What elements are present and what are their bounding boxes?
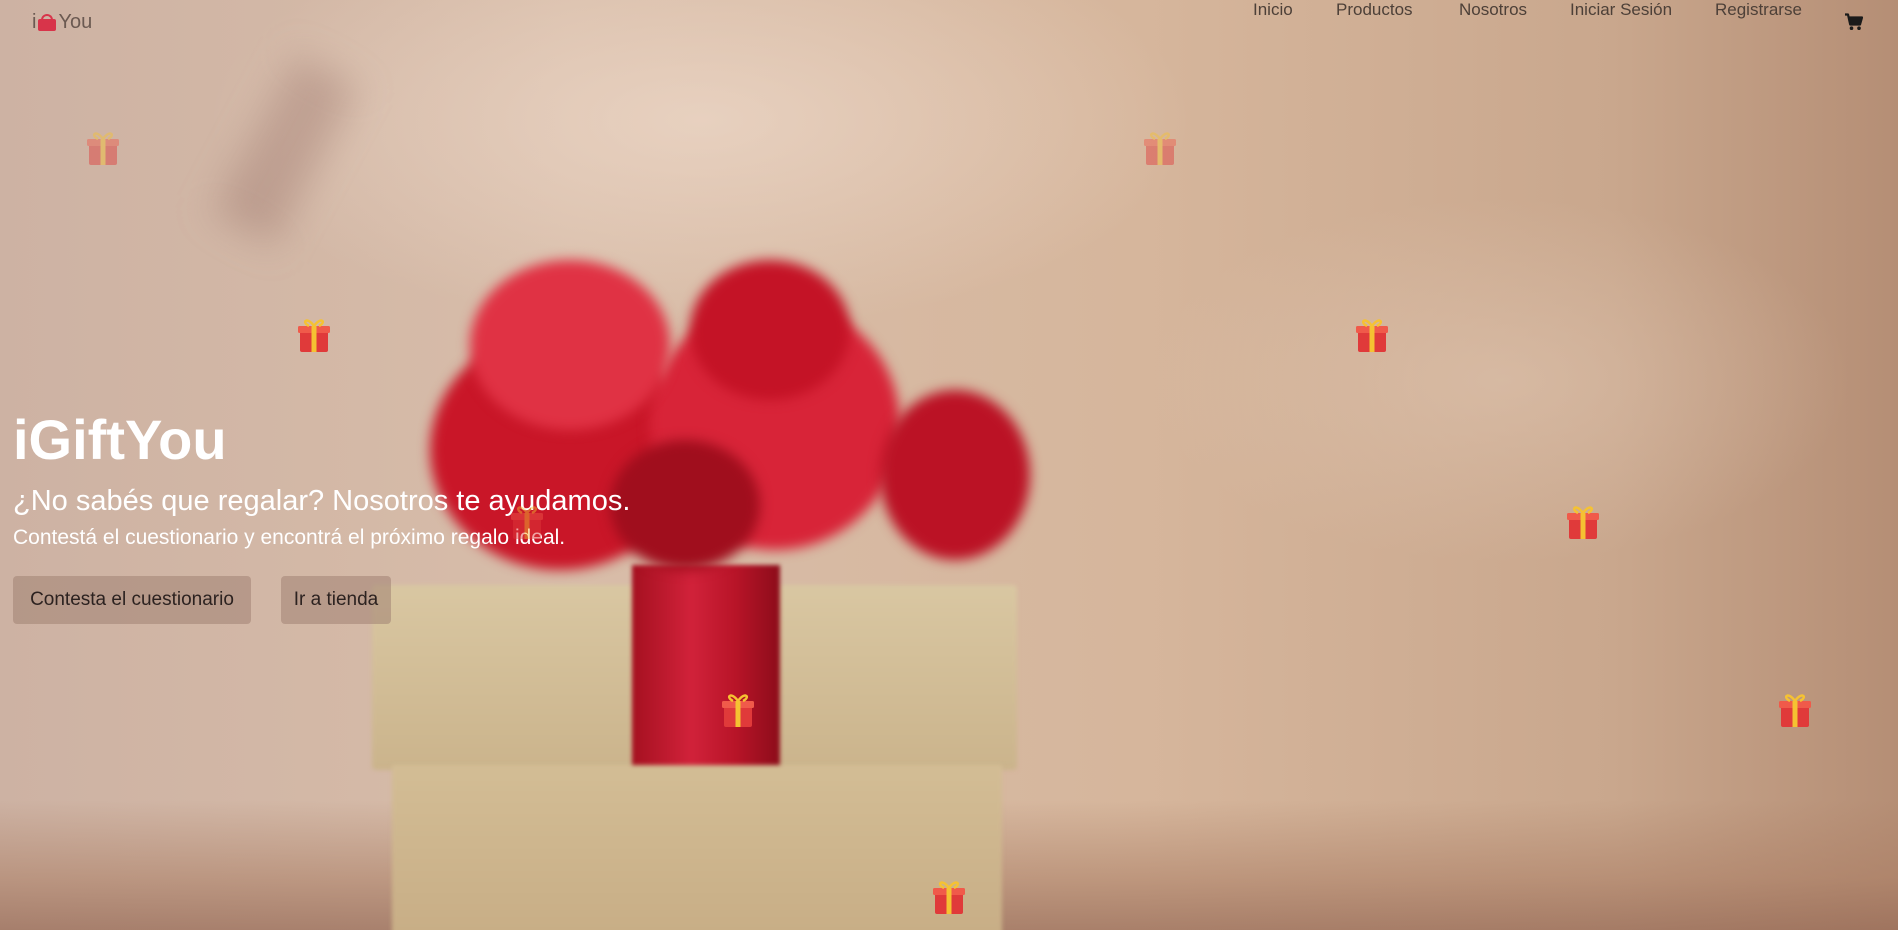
gift-icon: [722, 694, 754, 727]
gift-icon: [1779, 694, 1811, 727]
gift-icon: [933, 881, 965, 914]
hero-description: Contestá el cuestionario y encontrá el p…: [13, 526, 566, 549]
gift-icon: [511, 506, 543, 539]
brand-logo[interactable]: i You: [32, 11, 92, 34]
gift-icon: [298, 319, 330, 352]
gift-ribbon: [632, 565, 780, 765]
gift-icon: [1567, 506, 1599, 539]
nav-item-nosotros[interactable]: Nosotros: [1459, 0, 1527, 20]
gift-box-body: [392, 765, 1002, 930]
nav-item-registrarse[interactable]: Registrarse: [1715, 0, 1802, 20]
nav-item-productos[interactable]: Productos: [1336, 0, 1413, 20]
gift-icon: [37, 13, 57, 32]
cart-icon[interactable]: [1845, 13, 1863, 31]
navbar: i You Inicio Productos Nosotros Iniciar …: [0, 0, 1898, 46]
quiz-button[interactable]: Contesta el cuestionario: [13, 576, 251, 624]
shop-button[interactable]: Ir a tienda: [281, 576, 391, 624]
gift-icon: [1356, 319, 1388, 352]
hero-title: iGiftYou: [13, 408, 227, 471]
nav-item-iniciar-sesion[interactable]: Iniciar Sesión: [1570, 0, 1672, 20]
brand-prefix: i: [32, 11, 37, 33]
hero-background-image: [0, 0, 1898, 930]
brand-suffix: You: [58, 11, 93, 33]
gift-icon: [87, 132, 119, 165]
nav-item-inicio[interactable]: Inicio: [1253, 0, 1293, 20]
gift-icon: [1144, 132, 1176, 165]
